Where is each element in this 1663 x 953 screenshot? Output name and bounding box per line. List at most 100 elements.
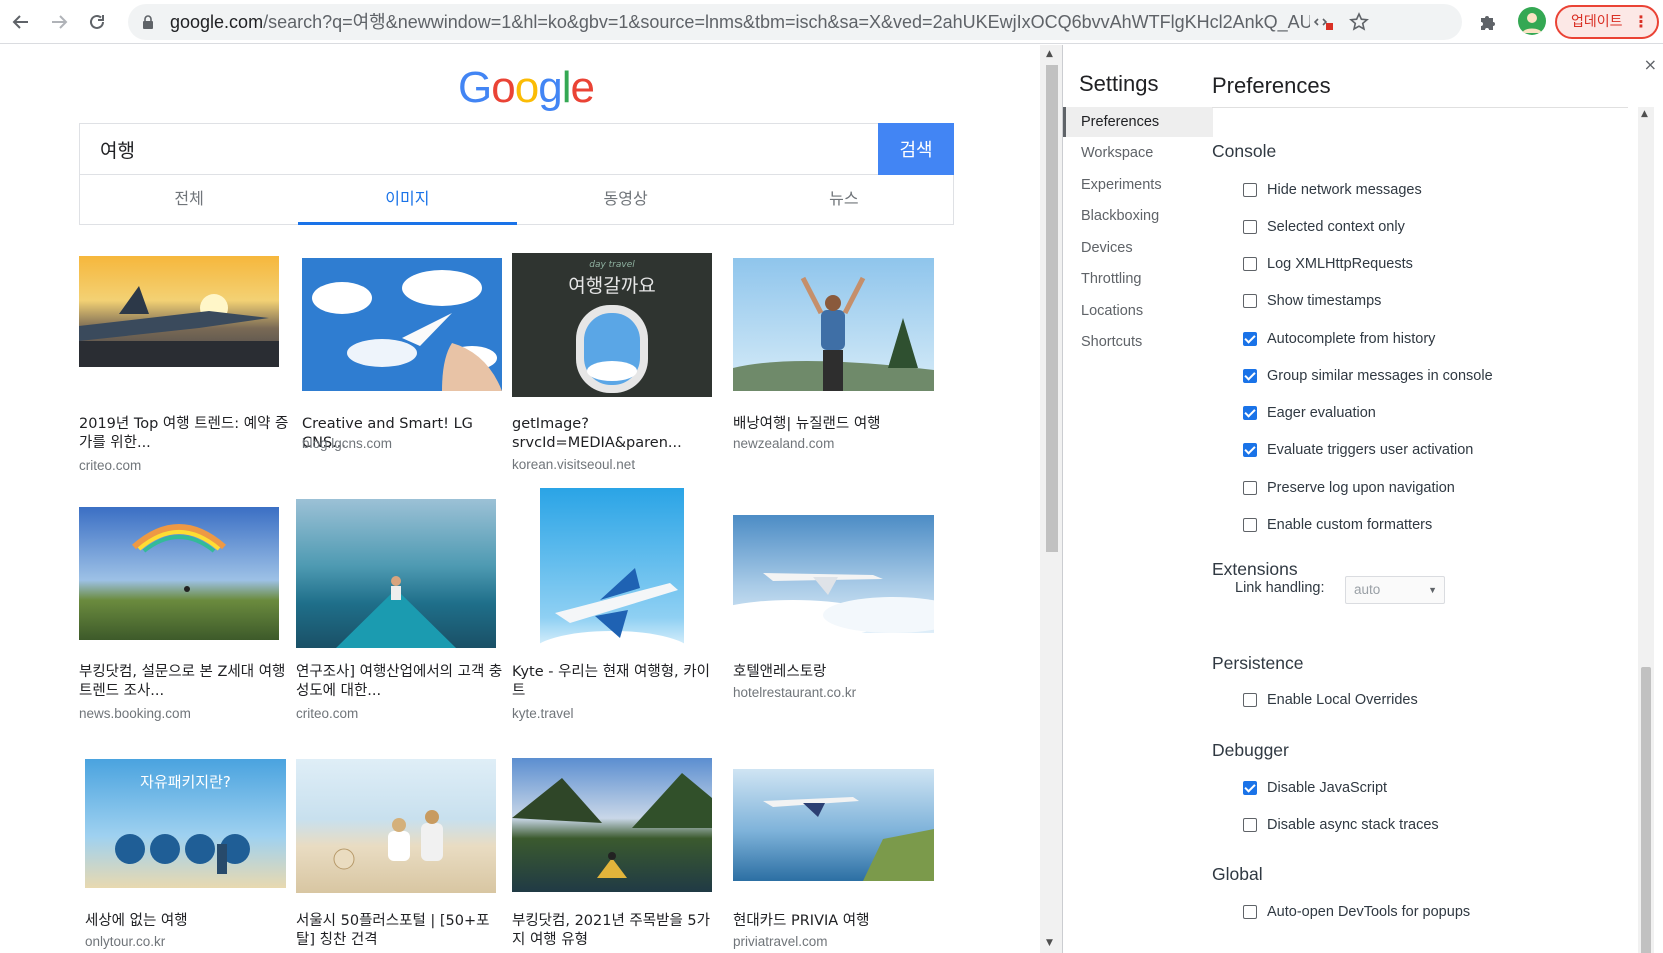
result-image-backpacker[interactable] [733, 258, 934, 391]
option-auto-open-devtools[interactable]: Auto-open DevTools for popups [1243, 902, 1470, 922]
option-group-similar-messages[interactable]: Group similar messages in console [1243, 366, 1493, 386]
result-source[interactable]: priviatravel.com [733, 934, 828, 949]
close-icon[interactable]: × [1644, 55, 1657, 74]
result-image-couple-beach[interactable] [296, 759, 496, 893]
result-image-airplane-blue[interactable] [540, 488, 684, 661]
google-logo[interactable]: Google [458, 63, 595, 113]
result-source[interactable]: kyte.travel [512, 706, 574, 721]
option-disable-async-stack-traces[interactable]: Disable async stack traces [1243, 815, 1439, 835]
section-persistence-title: Persistence [1212, 653, 1304, 673]
logo-letter: o [514, 63, 540, 112]
search-button[interactable]: 검색 [878, 123, 954, 175]
checkbox[interactable] [1243, 481, 1257, 495]
settings-nav-locations[interactable]: Locations [1063, 296, 1213, 326]
tab-news[interactable]: 뉴스 [735, 175, 953, 224]
checkbox[interactable] [1243, 294, 1257, 308]
settings-scrollbar-thumb[interactable] [1641, 667, 1651, 953]
result-image-package-tour[interactable]: 자유패키지란? [85, 759, 286, 888]
result-image-travel-window[interactable]: day travel 여행갈까요 [512, 253, 712, 397]
scroll-up-arrow-icon[interactable]: ▲ [1046, 49, 1053, 59]
result-caption[interactable]: 부킹닷컴, 설문으로 본 Z세대 여행 트렌드 조사... [79, 663, 289, 701]
checkbox[interactable] [1243, 443, 1257, 457]
search-input[interactable] [80, 124, 876, 174]
checkbox[interactable] [1243, 406, 1257, 420]
settings-nav-experiments[interactable]: Experiments [1063, 170, 1213, 200]
forward-button[interactable] [44, 7, 74, 37]
result-image-airplane-clouds[interactable] [733, 515, 934, 633]
bookmark-star-icon[interactable] [1349, 12, 1369, 32]
checkbox[interactable] [1243, 369, 1257, 383]
option-enable-local-overrides[interactable]: Enable Local Overrides [1243, 690, 1418, 710]
address-bar[interactable]: google.com/search?q=여행&newwindow=1&hl=ko… [128, 4, 1462, 40]
result-source[interactable]: blog.lgcns.com [302, 436, 392, 451]
option-preserve-log[interactable]: Preserve log upon navigation [1243, 478, 1455, 498]
result-source[interactable]: news.booking.com [79, 706, 191, 721]
result-source[interactable]: hotelrestaurant.co.kr [733, 685, 856, 700]
checkbox[interactable] [1243, 183, 1257, 197]
settings-nav-blackboxing[interactable]: Blackboxing [1063, 201, 1213, 231]
back-button[interactable] [6, 7, 36, 37]
option-disable-javascript[interactable]: Disable JavaScript [1243, 778, 1387, 798]
settings-scrollbar[interactable]: ▲ ▼ [1638, 107, 1654, 953]
option-evaluate-triggers-user-activation[interactable]: Evaluate triggers user activation [1243, 440, 1473, 460]
profile-avatar[interactable] [1518, 7, 1546, 35]
settings-nav-workspace[interactable]: Workspace [1063, 138, 1213, 168]
result-image-boat-sea[interactable] [296, 499, 496, 648]
tab-videos[interactable]: 동영상 [517, 175, 735, 224]
checkbox[interactable] [1243, 518, 1257, 532]
checkbox[interactable] [1243, 257, 1257, 271]
section-global-title: Global [1212, 864, 1263, 884]
scroll-down-arrow-icon[interactable]: ▼ [1046, 938, 1053, 948]
extensions-puzzle-icon[interactable] [1477, 11, 1499, 33]
tab-images[interactable]: 이미지 [298, 175, 517, 225]
result-caption[interactable]: 세상에 없는 여행 [85, 912, 295, 931]
option-eager-evaluation[interactable]: Eager evaluation [1243, 403, 1376, 423]
page-scrollbar-thumb[interactable] [1046, 65, 1058, 552]
result-caption[interactable]: getImage? srvcId=MEDIA&paren... [512, 415, 722, 453]
result-source[interactable]: korean.visitseoul.net [512, 457, 635, 472]
settings-nav-devices[interactable]: Devices [1063, 233, 1213, 263]
result-caption[interactable]: 현대카드 PRIVIA 여행 [733, 912, 943, 931]
result-caption[interactable]: 배낭여행| 뉴질랜드 여행 [733, 415, 943, 434]
settings-nav-preferences[interactable]: Preferences [1063, 107, 1213, 137]
checkbox[interactable] [1243, 220, 1257, 234]
option-hide-network-messages[interactable]: Hide network messages [1243, 180, 1422, 200]
reload-button[interactable] [82, 7, 112, 37]
option-autocomplete-from-history[interactable]: Autocomplete from history [1243, 329, 1435, 349]
checkbox[interactable] [1243, 332, 1257, 346]
page-scrollbar[interactable]: ▲ ▼ [1040, 45, 1062, 953]
result-image-paper-plane-sky[interactable] [302, 258, 502, 391]
result-caption[interactable]: 서울시 50플러스포털 | [50+포탈] 칭찬 건격 [296, 912, 506, 950]
result-source[interactable]: criteo.com [79, 458, 141, 473]
result-image-privia-airplane[interactable] [733, 769, 934, 881]
option-enable-custom-formatters[interactable]: Enable custom formatters [1243, 515, 1432, 535]
result-image-paraglider[interactable] [79, 507, 279, 640]
result-caption[interactable]: 호텔앤레스토랑 [733, 663, 943, 682]
option-show-timestamps[interactable]: Show timestamps [1243, 291, 1381, 311]
settings-nav-shortcuts[interactable]: Shortcuts [1063, 327, 1213, 357]
checkbox[interactable] [1243, 905, 1257, 919]
scroll-up-arrow-icon[interactable]: ▲ [1641, 109, 1648, 119]
result-image-kayak-fjord[interactable] [512, 758, 712, 892]
settings-nav-throttling[interactable]: Throttling [1063, 264, 1213, 294]
forward-arrow-icon [52, 15, 68, 29]
result-source[interactable]: onlytour.co.kr [85, 934, 165, 949]
checkbox[interactable] [1243, 781, 1257, 795]
result-caption[interactable]: 연구조사] 여행산업에서의 고객 충성도에 대한... [296, 663, 506, 701]
checkbox[interactable] [1243, 693, 1257, 707]
tab-all[interactable]: 전체 [80, 175, 298, 224]
result-source[interactable]: newzealand.com [733, 436, 834, 451]
option-selected-context-only[interactable]: Selected context only [1243, 217, 1405, 237]
link-handling-select[interactable]: auto ▼ [1345, 576, 1445, 604]
option-log-xmlhttprequests[interactable]: Log XMLHttpRequests [1243, 254, 1413, 274]
checkbox[interactable] [1243, 818, 1257, 832]
result-caption[interactable]: Kyte - 우리는 현재 여행형, 카이트 [512, 663, 722, 701]
result-image-airplane-sunset[interactable] [79, 256, 279, 367]
result-caption[interactable]: 부킹닷컴, 2021년 주목받을 5가지 여행 유형 [512, 912, 722, 950]
update-button[interactable]: 업데이트 ⋮ [1555, 5, 1659, 39]
result-source[interactable]: criteo.com [296, 706, 358, 721]
search-bar: 검색 [79, 123, 954, 175]
blocked-popup-icon[interactable] [1314, 12, 1334, 32]
url-text[interactable]: google.com/search?q=여행&newwindow=1&hl=ko… [170, 4, 1310, 40]
result-caption[interactable]: 2019년 Top 여행 트렌드: 예약 증가를 위한... [79, 415, 289, 453]
